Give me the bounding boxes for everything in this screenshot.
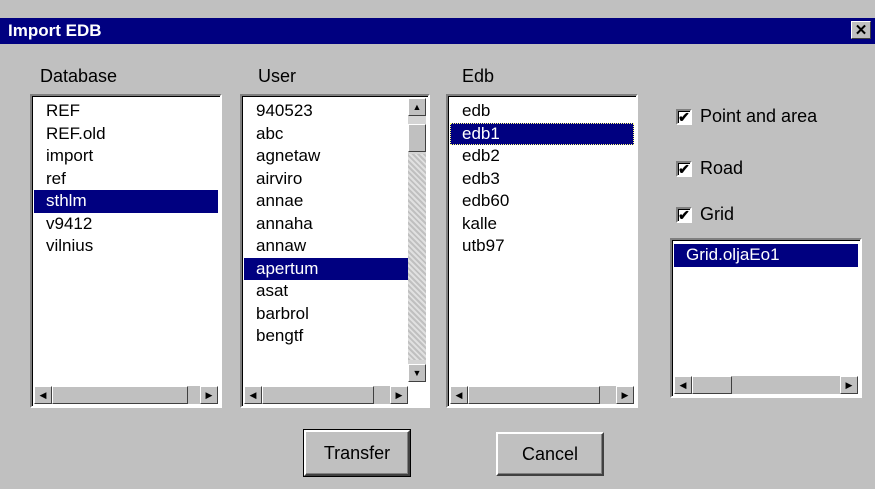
road-checkbox[interactable]: ✔ Road: [676, 158, 743, 179]
database-label: Database: [40, 66, 118, 86]
scroll-thumb[interactable]: [468, 386, 600, 404]
list-item[interactable]: annaw: [244, 235, 408, 258]
grid-label: Grid: [700, 204, 735, 224]
point-and-area-label: Point and area: [700, 106, 818, 126]
list-item[interactable]: REF: [34, 100, 218, 123]
title-bar: Import EDB ✕: [0, 18, 875, 44]
list-item[interactable]: ref: [34, 168, 218, 191]
scroll-right-icon[interactable]: ▶: [616, 386, 634, 404]
scroll-thumb[interactable]: [692, 376, 732, 394]
list-item[interactable]: edb60: [450, 190, 634, 213]
cancel-button[interactable]: Cancel: [496, 432, 604, 476]
road-label: Road: [700, 158, 744, 178]
scroll-left-icon[interactable]: ◀: [450, 386, 468, 404]
list-item[interactable]: edb2: [450, 145, 634, 168]
list-item[interactable]: apertum: [244, 257, 408, 280]
check-icon[interactable]: ✔: [676, 206, 692, 223]
list-item[interactable]: vilnius: [34, 235, 218, 258]
list-item[interactable]: asat: [244, 280, 408, 303]
scroll-up-icon[interactable]: ▲: [408, 98, 426, 116]
list-item[interactable]: bengtf: [244, 325, 408, 348]
transfer-button[interactable]: Transfer: [303, 429, 411, 477]
list-item[interactable]: annaha: [244, 213, 408, 236]
close-icon: ✕: [854, 21, 868, 39]
close-button[interactable]: ✕: [851, 21, 871, 39]
grid-items: Grid.oljaEo1: [674, 244, 858, 267]
list-item[interactable]: edb1: [450, 122, 634, 145]
list-item[interactable]: edb3: [450, 168, 634, 191]
list-item[interactable]: Grid.oljaEo1: [674, 244, 858, 267]
scroll-track[interactable]: [408, 154, 426, 360]
scroll-thumb[interactable]: [262, 386, 374, 404]
user-hscrollbar[interactable]: ◀ ▶: [244, 386, 408, 404]
list-item[interactable]: REF.old: [34, 123, 218, 146]
scroll-left-icon[interactable]: ◀: [244, 386, 262, 404]
scroll-right-icon[interactable]: ▶: [390, 386, 408, 404]
scroll-right-icon[interactable]: ▶: [840, 376, 858, 394]
window-title: Import EDB: [8, 21, 102, 40]
edb-items: edb edb1 edb2 edb3 edb60 kalle utb97: [450, 100, 634, 258]
scroll-thumb[interactable]: [52, 386, 188, 404]
list-item[interactable]: abc: [244, 123, 408, 146]
list-item[interactable]: utb97: [450, 235, 634, 258]
scroll-right-icon[interactable]: ▶: [200, 386, 218, 404]
list-item[interactable]: airviro: [244, 168, 408, 191]
list-item[interactable]: import: [34, 145, 218, 168]
user-vscrollbar[interactable]: ▲ ▼: [408, 98, 426, 382]
scroll-left-icon[interactable]: ◀: [34, 386, 52, 404]
user-label: User: [258, 66, 297, 86]
grid-checkbox[interactable]: ✔ Grid: [676, 204, 734, 225]
list-item[interactable]: sthlm: [34, 190, 218, 213]
database-items: REF REF.old import ref sthlm v9412 vilnius: [34, 100, 218, 258]
point-and-area-checkbox[interactable]: ✔ Point and area: [676, 106, 817, 127]
scroll-down-icon[interactable]: ▼: [408, 364, 426, 382]
list-item[interactable]: 940523: [244, 100, 408, 123]
edb-hscrollbar[interactable]: ◀ ▶: [450, 386, 634, 404]
check-icon[interactable]: ✔: [676, 108, 692, 125]
check-icon[interactable]: ✔: [676, 160, 692, 177]
user-listbox[interactable]: 940523 abc agnetaw airviro annae annaha annaw a…: [240, 94, 430, 408]
scroll-thumb[interactable]: [408, 124, 426, 152]
list-item[interactable]: annae: [244, 190, 408, 213]
edb-label: Edb: [462, 66, 495, 86]
list-item[interactable]: v9412: [34, 213, 218, 236]
user-items: 940523 abc agnetaw airviro annae annaha annaw a…: [244, 100, 408, 348]
list-item[interactable]: edb: [450, 100, 634, 123]
edb-listbox[interactable]: edb edb1 edb2 edb3 edb60 kalle utb97 ◀ ▶: [446, 94, 638, 408]
grid-listbox[interactable]: Grid.oljaEo1 ◀ ▶: [670, 238, 862, 398]
list-item[interactable]: kalle: [450, 213, 634, 236]
list-item[interactable]: barbrol: [244, 303, 408, 326]
database-listbox[interactable]: REF REF.old import ref sthlm v9412 vilnius ◀ ▶: [30, 94, 222, 408]
scroll-left-icon[interactable]: ◀: [674, 376, 692, 394]
grid-hscrollbar[interactable]: ◀ ▶: [674, 376, 858, 394]
database-hscrollbar[interactable]: ◀ ▶: [34, 386, 218, 404]
list-item[interactable]: agnetaw: [244, 145, 408, 168]
